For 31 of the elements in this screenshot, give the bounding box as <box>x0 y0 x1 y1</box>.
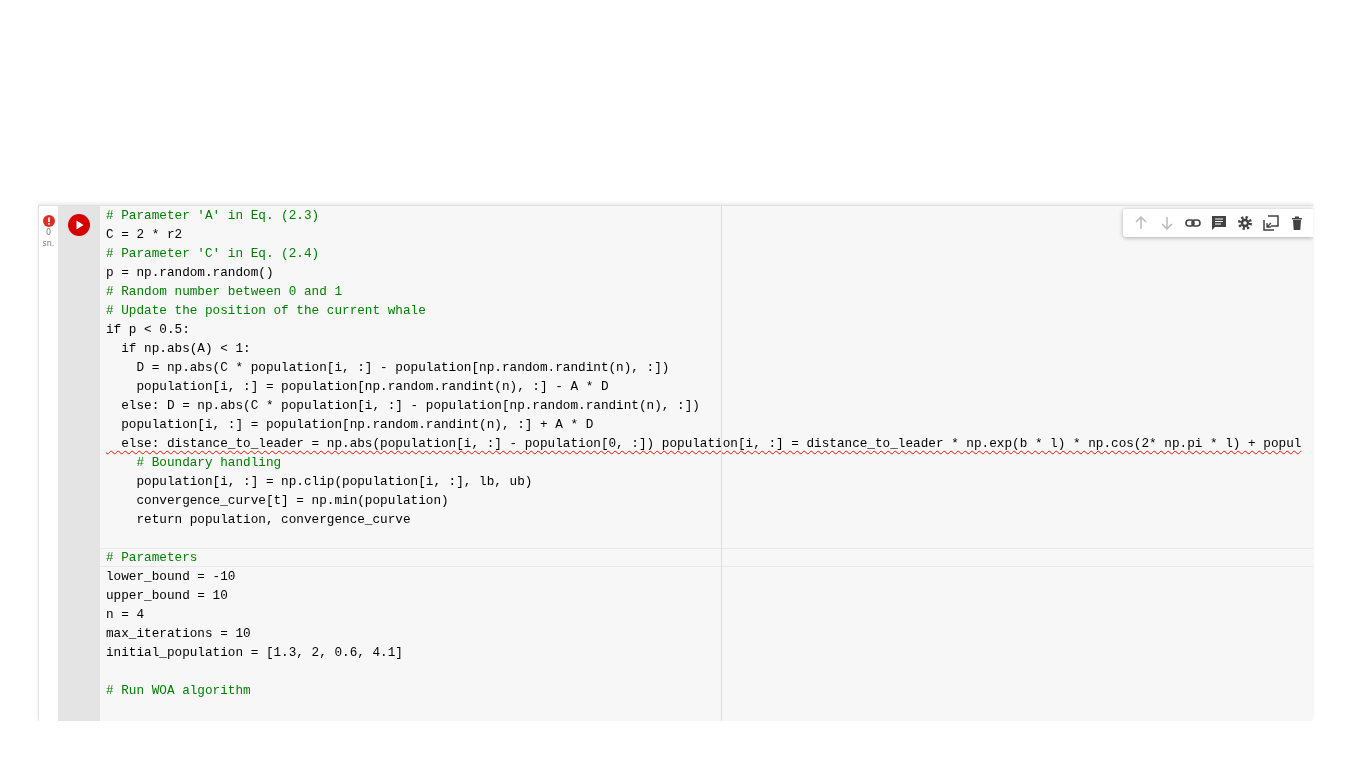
code-comment: # Run WOA algorithm <box>106 683 251 698</box>
code-line: p = np.random.random() <box>106 265 274 280</box>
time-unit: sn. <box>42 238 55 249</box>
code-line: population[i, :] = np.clip(population[i, :], lb, ub) <box>135 474 533 489</box>
execution-time: 0 <box>45 227 52 238</box>
code-comment: # Boundary handling <box>135 455 282 470</box>
code-comment: # Random number between 0 and 1 <box>106 284 343 299</box>
run-button[interactable] <box>68 214 90 236</box>
settings-icon[interactable] <box>1237 215 1253 231</box>
code-comment: # Parameter 'A' in Eq. (2.3) <box>106 208 320 223</box>
code-line: else: D = np.abs(C * population[i, :] - population[np.random.randint(n), :]) <box>120 398 700 413</box>
code-line: else: distance_to_leader = np.abs(population[i, :] - population[0, :]) population[i, :] = distance_to_leader * np.exp(b * l) * np.cos(2* np.pi * l) + popul <box>120 436 1302 451</box>
code-line: population[i, :] = population[np.random.randint(n), :] - A * D <box>135 379 609 394</box>
code-line: n = 4 <box>106 607 145 622</box>
code-line: C = 2 * r2 <box>106 227 183 242</box>
code-line: D = np.abs(C * population[i, :] - population[np.random.randint(n), :]) <box>135 360 670 375</box>
code-line: upper_bound = 10 <box>106 588 228 603</box>
code-line: return population, convergence_curve <box>135 512 411 527</box>
code-comment: # Parameters <box>106 550 198 565</box>
code-line: max_iterations = 10 <box>106 626 251 641</box>
code-line: lower_bound = -10 <box>106 569 236 584</box>
code-comment: # Parameter 'C' in Eq. (2.4) <box>106 246 320 261</box>
window-arrow-icon[interactable] <box>1263 215 1279 231</box>
code-comment: # Update the position of the current whale <box>106 303 426 318</box>
delete-icon[interactable] <box>1289 215 1305 231</box>
comment-icon[interactable] <box>1211 215 1227 231</box>
code-line: if p < 0.5: <box>106 322 190 337</box>
code-line: convergence_curve[t] = np.min(population) <box>135 493 449 508</box>
code-line: if np.abs(A) < 1: <box>120 341 251 356</box>
code-line: initial_population = [1.3, 2, 0.6, 4.1] <box>106 645 403 660</box>
code-line: population[i, :] = population[np.random.randint(n), :] + A * D <box>120 417 594 432</box>
